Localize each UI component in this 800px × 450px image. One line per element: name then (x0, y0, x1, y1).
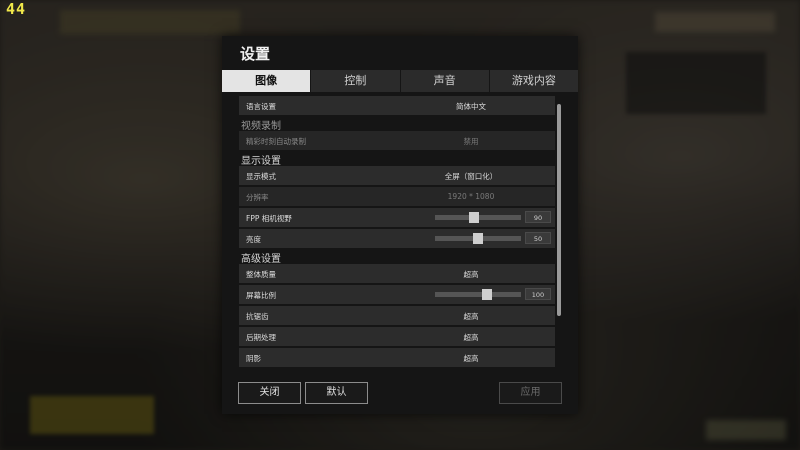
shadows-label: 阴影 (246, 354, 261, 363)
brightness-value-input[interactable]: 50 (525, 232, 551, 244)
highlight-recording-value: 禁用 (463, 137, 479, 146)
resolution-value: 1920 * 1080 (447, 192, 495, 201)
language-value[interactable]: 简体中文 (456, 101, 486, 112)
anti-aliasing-value[interactable]: 超高 (464, 311, 479, 322)
display-mode-label: 显示模式 (246, 172, 276, 181)
tab-graphics[interactable]: 图像 (222, 70, 312, 92)
settings-tabs: 图像 控制 声音 游戏内容 (222, 70, 578, 92)
display-mode-value[interactable]: 全屏（窗口化） (445, 171, 498, 182)
overall-quality-value[interactable]: 超高 (464, 269, 479, 280)
fov-slider[interactable] (435, 212, 521, 223)
brightness-slider-thumb[interactable] (473, 233, 483, 244)
section-video-recording: 视频录制 (241, 121, 281, 132)
tab-gameplay[interactable]: 游戏内容 (489, 70, 578, 92)
overall-quality-label: 整体质量 (246, 270, 276, 279)
fov-label: FPP 相机视野 (246, 214, 292, 223)
highlight-recording-label: 精彩时刻自动录制 (246, 137, 306, 146)
apply-button[interactable]: 应用 (499, 382, 562, 404)
dialog-title: 设置 (240, 45, 271, 63)
anti-aliasing-row[interactable]: 抗锯齿 超高 (239, 306, 555, 325)
settings-dialog: 设置 图像 控制 声音 游戏内容 语言设置 简体中文 视频录制 精彩时刻自动录制… (222, 36, 578, 414)
fps-counter: 44 (6, 0, 27, 18)
default-button[interactable]: 默认 (305, 382, 368, 404)
brightness-label: 亮度 (246, 235, 261, 244)
post-processing-value[interactable]: 超高 (464, 332, 479, 343)
language-label: 语言设置 (246, 102, 276, 111)
section-display: 显示设置 (241, 156, 281, 167)
anti-aliasing-label: 抗锯齿 (246, 312, 269, 321)
screen-scale-slider[interactable] (435, 289, 521, 300)
settings-list: 语言设置 简体中文 视频录制 精彩时刻自动录制 禁用 显示设置 显示模式 全屏（… (239, 96, 555, 396)
brightness-row: 亮度 50 (239, 229, 555, 248)
highlight-recording-row: 精彩时刻自动录制 禁用 (239, 131, 555, 150)
resolution-row: 分辨率 1920 * 1080 (239, 187, 555, 206)
overall-quality-row[interactable]: 整体质量 超高 (239, 264, 555, 283)
close-button[interactable]: 关闭 (238, 382, 301, 404)
screen-scale-label: 屏幕比例 (246, 291, 276, 300)
display-mode-row[interactable]: 显示模式 全屏（窗口化） (239, 166, 555, 185)
tab-sound[interactable]: 声音 (400, 70, 490, 92)
fov-slider-thumb[interactable] (468, 212, 479, 223)
fov-row: FPP 相机视野 90 (239, 208, 555, 227)
tab-controls[interactable]: 控制 (311, 70, 401, 92)
shadows-value[interactable]: 超高 (464, 353, 479, 364)
settings-scrollbar[interactable] (557, 104, 561, 316)
language-row[interactable]: 语言设置 简体中文 (239, 96, 555, 115)
screen-scale-row: 屏幕比例 100 (239, 285, 555, 304)
post-processing-label: 后期处理 (246, 333, 276, 342)
fov-value-input[interactable]: 90 (525, 211, 551, 223)
shadows-row[interactable]: 阴影 超高 (239, 348, 555, 367)
screen-scale-slider-thumb[interactable] (481, 289, 492, 300)
brightness-slider[interactable] (435, 233, 521, 244)
section-advanced: 高级设置 (241, 254, 281, 265)
screen-scale-value-input[interactable]: 100 (525, 288, 551, 300)
resolution-label: 分辨率 (246, 193, 269, 202)
post-processing-row[interactable]: 后期处理 超高 (239, 327, 555, 346)
